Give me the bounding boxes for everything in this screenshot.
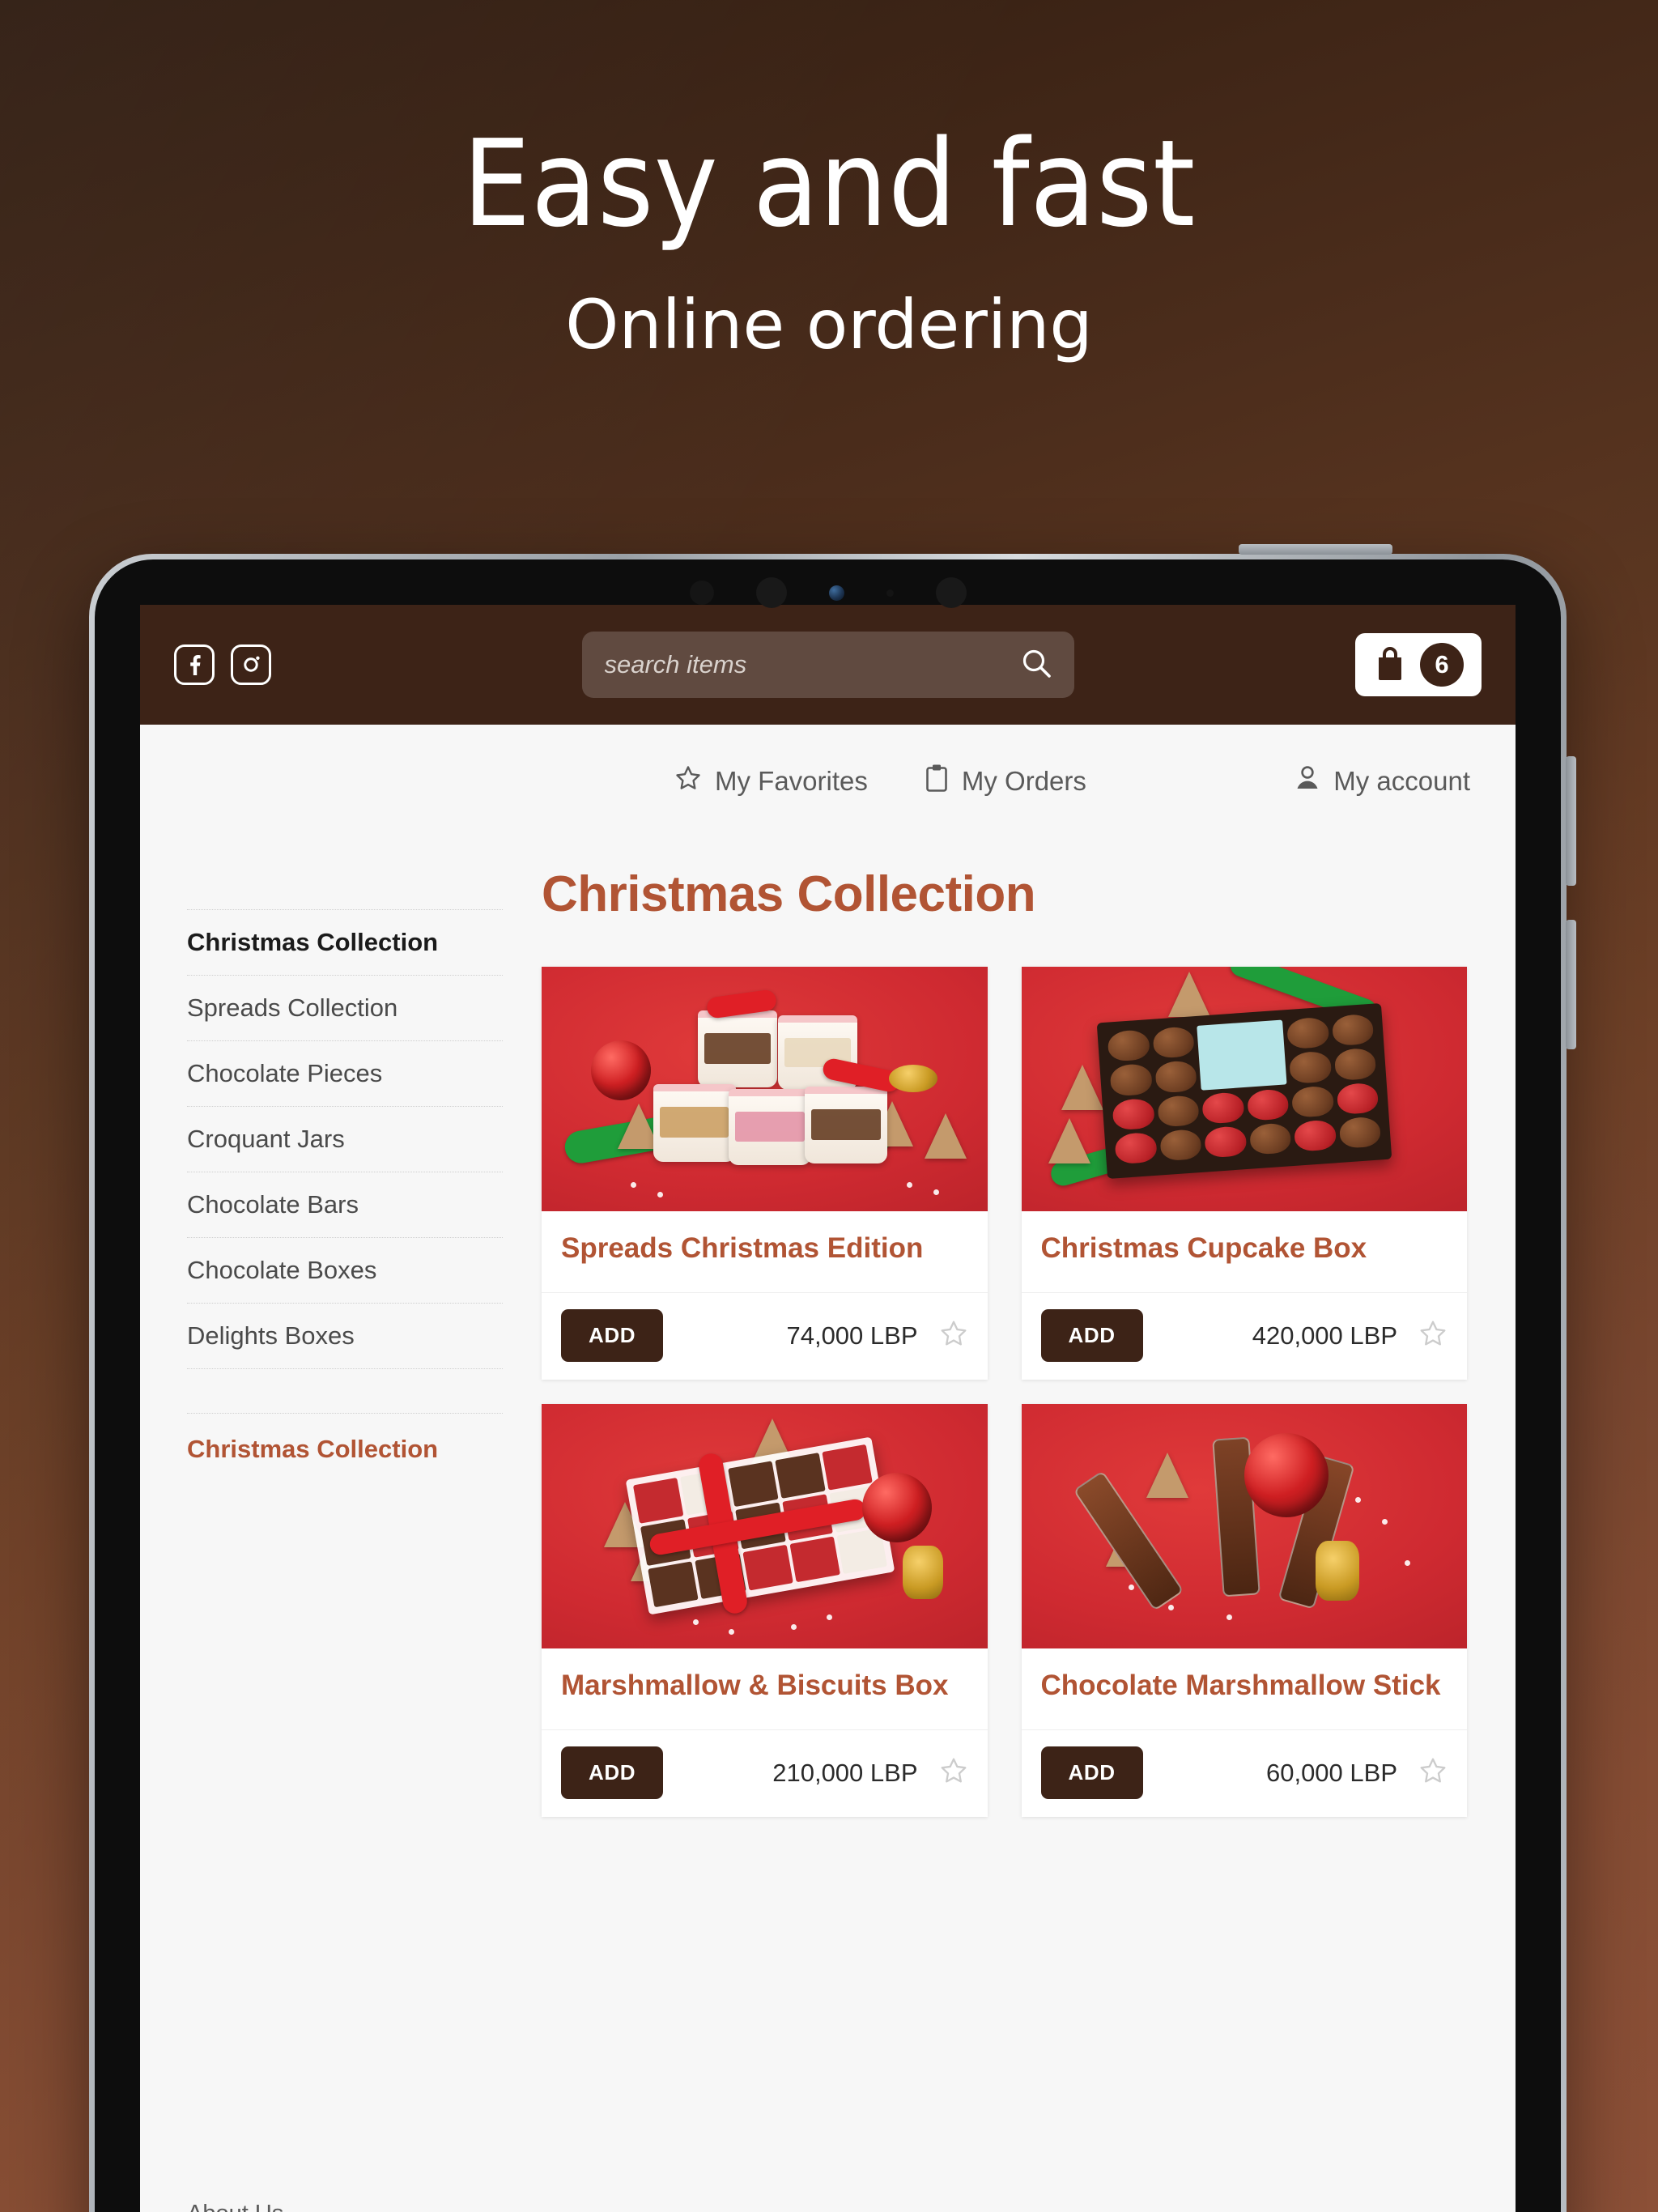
product-name[interactable]: Chocolate Marshmallow Stick — [1021, 1648, 1467, 1730]
product-card[interactable]: Spreads Christmas Edition ADD 74,000 LBP — [542, 967, 988, 1380]
product-image-chocolate-marshmallow-stick[interactable] — [1021, 1404, 1467, 1648]
app-screen: 6 My Favorites — [140, 605, 1516, 2212]
product-price: 420,000 LBP — [1252, 1321, 1397, 1350]
product-price: 74,000 LBP — [786, 1321, 918, 1350]
utility-nav: My Favorites My Orders My account — [140, 725, 1516, 838]
cart-count-badge: 6 — [1420, 643, 1464, 687]
sidebar-item-croquant-jars[interactable]: Croquant Jars — [187, 1107, 503, 1172]
favorite-star-icon[interactable] — [939, 1756, 968, 1789]
my-account-label: My account — [1333, 766, 1470, 796]
promo-copy: Easy and fast Online ordering — [0, 114, 1658, 365]
promo-background: Easy and fast Online ordering search ite… — [0, 0, 1658, 2212]
favorite-star-icon[interactable] — [1418, 1319, 1448, 1352]
search-icon[interactable] — [1019, 646, 1053, 684]
category-sidebar: Christmas Collection Spreads Collection … — [140, 838, 542, 2212]
product-grid: Spreads Christmas Edition ADD 74,000 LBP — [542, 967, 1467, 1817]
facebook-link[interactable] — [174, 644, 215, 685]
promo-subheadline: Online ordering — [565, 285, 1093, 365]
sidebar-item-chocolate-boxes[interactable]: Chocolate Boxes — [187, 1238, 503, 1304]
product-price: 60,000 LBP — [1265, 1758, 1397, 1787]
tablet-device-frame: 6 My Favorites — [89, 544, 1576, 2212]
tablet-bezel: 6 My Favorites — [95, 559, 1561, 2212]
product-main: Christmas Collection Spreads Christmas E… — [542, 838, 1516, 2212]
sidebar-item-chocolate-pieces[interactable]: Chocolate Pieces — [187, 1041, 503, 1107]
instagram-icon — [240, 653, 262, 676]
product-name[interactable]: Marshmallow & Biscuits Box — [542, 1648, 988, 1730]
product-card[interactable]: Chocolate Marshmallow Stick ADD 60,000 L… — [1021, 1404, 1468, 1817]
product-actions: ADD 420,000 LBP — [1022, 1293, 1468, 1380]
add-to-cart-button[interactable]: ADD — [561, 1309, 664, 1362]
sidebar-item-chocolate-bars[interactable]: Chocolate Bars — [187, 1172, 503, 1238]
my-orders-label: My Orders — [961, 766, 1086, 796]
favorite-star-icon[interactable] — [939, 1319, 968, 1352]
sidebar-item-label: Spreads Collection — [187, 993, 398, 1022]
search-input[interactable] — [604, 650, 1008, 679]
search-box[interactable] — [581, 632, 1074, 698]
product-price: 210,000 LBP — [772, 1758, 918, 1787]
category-list: Christmas Collection Spreads Collection … — [187, 909, 503, 1369]
front-camera-icon — [828, 585, 844, 601]
my-account-link[interactable]: My account — [1295, 764, 1470, 798]
my-favorites-link[interactable]: My Favorites — [674, 764, 868, 798]
app-topbar: 6 — [140, 605, 1516, 725]
my-favorites-label: My Favorites — [715, 766, 868, 796]
social-links — [174, 644, 271, 685]
facebook-icon — [185, 654, 204, 675]
add-to-cart-button[interactable]: ADD — [1040, 1746, 1143, 1799]
add-to-cart-button[interactable]: ADD — [561, 1746, 664, 1799]
shopping-bag-icon — [1373, 645, 1407, 685]
product-card[interactable]: Marshmallow & Biscuits Box ADD 210,000 L… — [542, 1404, 988, 1817]
search-area — [581, 632, 1074, 698]
product-image-spreads-christmas-edition[interactable] — [542, 967, 988, 1211]
sidebar-item-label: Chocolate Pieces — [187, 1059, 383, 1087]
product-image-marshmallow-biscuits-box[interactable] — [542, 1404, 988, 1648]
sidebar-item-label: Chocolate Bars — [187, 1190, 359, 1219]
sidebar-item-label: Chocolate Boxes — [187, 1256, 377, 1284]
sidebar-item-label: Delights Boxes — [187, 1321, 355, 1350]
star-icon — [674, 764, 702, 798]
cart-button[interactable]: 6 — [1355, 633, 1482, 696]
product-name[interactable]: Christmas Cupcake Box — [1021, 1211, 1467, 1293]
sidebar-featured-collection-link[interactable]: Christmas Collection — [187, 1435, 503, 1464]
promo-headline: Easy and fast — [462, 114, 1196, 253]
power-button[interactable] — [1239, 544, 1392, 555]
content-area: Christmas Collection Spreads Collection … — [140, 838, 1516, 2212]
sidebar-item-label: Christmas Collection — [187, 928, 439, 956]
product-name[interactable]: Spreads Christmas Edition — [542, 1211, 988, 1293]
sidebar-item-spreads-collection[interactable]: Spreads Collection — [187, 976, 503, 1041]
sidebar-item-label: Croquant Jars — [187, 1125, 345, 1153]
instagram-link[interactable] — [231, 644, 271, 685]
sensor-cluster — [689, 577, 967, 608]
product-card[interactable]: Christmas Cupcake Box ADD 420,000 LBP — [1021, 967, 1468, 1380]
clipboard-icon — [925, 764, 949, 799]
product-actions: ADD 60,000 LBP — [1022, 1730, 1468, 1817]
person-icon — [1295, 764, 1320, 798]
led-indicator-icon — [886, 589, 894, 597]
product-actions: ADD 74,000 LBP — [542, 1293, 988, 1380]
sidebar-footer: Christmas Collection — [187, 1413, 503, 1464]
favorite-star-icon[interactable] — [1418, 1756, 1448, 1789]
product-actions: ADD 210,000 LBP — [542, 1730, 988, 1817]
proximity-sensor-icon — [689, 581, 714, 605]
my-orders-link[interactable]: My Orders — [925, 764, 1086, 799]
volume-down-button[interactable] — [1566, 920, 1576, 1049]
add-to-cart-button[interactable]: ADD — [1040, 1309, 1143, 1362]
ambient-light-sensor-icon — [755, 577, 787, 608]
page-title: Christmas Collection — [542, 866, 1036, 922]
product-image-christmas-cupcake-box[interactable] — [1021, 967, 1467, 1211]
sidebar-item-delights-boxes[interactable]: Delights Boxes — [187, 1304, 503, 1369]
speaker-sensor-icon — [935, 577, 967, 608]
about-us-link[interactable]: About Us — [187, 2201, 283, 2212]
volume-up-button[interactable] — [1566, 756, 1576, 886]
sidebar-item-christmas-collection[interactable]: Christmas Collection — [187, 910, 503, 976]
utility-nav-left-group: My Favorites My Orders — [674, 764, 1086, 799]
